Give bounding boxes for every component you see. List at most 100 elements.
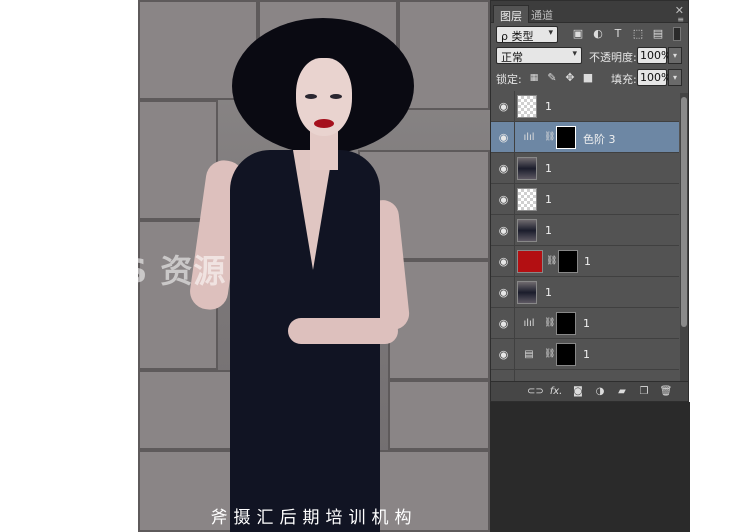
filter-row: ρ 类型 ▾ ▣ ◐ T ⬚ ▤ [491, 24, 688, 46]
visibility-eye-icon[interactable]: ◉ [497, 317, 510, 330]
layer-row[interactable]: ◉ 1 [491, 153, 679, 184]
blend-mode-select[interactable]: 正常 ▾ [496, 47, 582, 64]
panel-menu-icon[interactable]: ≡ [677, 15, 684, 24]
layer-row[interactable]: ◉ 1 [491, 277, 679, 308]
divider [514, 277, 515, 308]
mask-link-icon[interactable]: ⛓ [544, 131, 555, 144]
fill-slider-button[interactable]: ▾ [668, 69, 682, 86]
opacity-input[interactable]: 100% [637, 47, 671, 64]
divider [514, 370, 515, 381]
layer-mask-thumbnail[interactable] [558, 250, 578, 273]
wall-stone [388, 380, 490, 450]
fx-icon[interactable]: fx. [549, 385, 563, 399]
filter-type-select[interactable]: ρ 类型 ▾ [496, 26, 558, 43]
layer-name[interactable]: 1 [545, 286, 552, 299]
divider [514, 246, 515, 277]
visibility-eye-icon[interactable]: ◉ [497, 224, 510, 237]
layer-thumbnail [517, 157, 537, 180]
caption-text: 斧摄汇后期培训机构 [210, 508, 418, 528]
layer-name[interactable]: 1 [545, 193, 552, 206]
divider [514, 122, 515, 153]
lock-transparent-icon[interactable]: ▦ [527, 71, 541, 85]
new-adjustment-icon[interactable]: ◑ [593, 385, 607, 399]
layer-thumbnail [517, 188, 537, 211]
layer-row[interactable]: ◉ 1 [491, 215, 679, 246]
link-layers-icon[interactable]: ⊂⊃ [527, 385, 544, 399]
delete-layer-icon[interactable]: 🗑 [659, 385, 673, 399]
layer-name[interactable]: 1 [545, 162, 552, 175]
adjustment-filter-icon[interactable]: ◐ [591, 27, 605, 41]
divider [514, 339, 515, 370]
levels-adjustment-icon: ılıl [523, 318, 535, 329]
levels-adjustment-icon: ılıl [523, 132, 535, 143]
divider [514, 215, 515, 246]
lock-row: 锁定: ▦ ✎ ✥ ■ 填充: 100% ▾ [491, 68, 688, 90]
shape-filter-icon[interactable]: ⬚ [631, 27, 645, 41]
fill-label: 填充: [611, 73, 637, 86]
visibility-eye-icon[interactable]: ◉ [497, 255, 510, 268]
layer-row[interactable]: ◉ [491, 370, 679, 381]
layer-mask-thumbnail[interactable] [556, 126, 576, 149]
blend-mode-value: 正常 [501, 51, 523, 64]
visibility-eye-icon[interactable]: ◉ [497, 348, 510, 361]
divider [514, 91, 515, 122]
layer-thumbnail [517, 219, 537, 242]
tab-layers[interactable]: 图层 [493, 5, 529, 23]
layer-row-selected[interactable]: ◉ ılıl ⛓ 色阶 3 [491, 122, 679, 153]
chevron-down-icon: ▾ [572, 49, 577, 59]
layer-row[interactable]: ◉ ▤ ⛓ 1 [491, 339, 679, 370]
layer-name[interactable]: 色阶 3 [583, 131, 616, 147]
mask-link-icon[interactable]: ⛓ [544, 348, 555, 361]
mask-link-icon[interactable]: ⛓ [544, 317, 555, 330]
layer-row[interactable]: ◉ 1 [491, 91, 679, 122]
filter-toggle[interactable] [673, 27, 681, 41]
filter-type-value: ρ 类型 [501, 30, 534, 43]
opacity-label: 不透明度: [589, 51, 637, 64]
smart-object-filter-icon[interactable]: ▤ [651, 27, 665, 41]
layer-name[interactable]: 1 [584, 255, 591, 268]
opacity-slider-button[interactable]: ▾ [668, 47, 682, 64]
divider [514, 184, 515, 215]
layer-name[interactable]: 1 [583, 317, 590, 330]
blend-row: 正常 ▾ 不透明度: 100% ▾ [491, 46, 688, 68]
lock-label: 锁定: [496, 73, 522, 86]
scrollbar-thumb[interactable] [681, 97, 687, 327]
panel-tabs: 图层 通道 ✕ ≡ [491, 1, 688, 24]
layers-panel: 图层 通道 ✕ ≡ ρ 类型 ▾ ▣ ◐ T ⬚ ▤ 正常 ▾ 不透明度: 10… [490, 0, 689, 402]
new-group-icon[interactable]: ▰ [615, 385, 629, 399]
layer-name[interactable]: 1 [583, 348, 590, 361]
type-filter-icon[interactable]: T [611, 27, 625, 41]
visibility-eye-icon[interactable]: ◉ [497, 193, 510, 206]
model-lips [314, 119, 334, 128]
visibility-eye-icon[interactable]: ◉ [497, 286, 510, 299]
model-neck [310, 130, 338, 170]
tab-channels[interactable]: 通道 [525, 5, 559, 23]
chevron-down-icon: ▾ [548, 28, 553, 38]
image-filter-icon[interactable]: ▣ [571, 27, 585, 41]
layer-row[interactable]: ◉ ılıl ⛓ 1 [491, 308, 679, 339]
lock-position-icon[interactable]: ✥ [563, 71, 577, 85]
new-layer-icon[interactable]: ❐ [637, 385, 651, 399]
layer-mask-thumbnail[interactable] [556, 343, 576, 366]
layer-name[interactable]: 1 [545, 224, 552, 237]
lock-all-icon[interactable]: ■ [581, 71, 595, 85]
mask-link-icon[interactable]: ⛓ [546, 255, 557, 268]
visibility-eye-icon[interactable]: ◉ [497, 131, 510, 144]
lock-paint-icon[interactable]: ✎ [545, 71, 559, 85]
visibility-eye-icon[interactable]: ◉ [497, 162, 510, 175]
layer-mask-thumbnail[interactable] [556, 312, 576, 335]
model-forearm [288, 318, 398, 344]
model-eye [330, 94, 342, 99]
channel-mixer-adjustment-icon: ▤ [524, 349, 534, 360]
add-mask-icon[interactable]: ◙ [571, 385, 585, 399]
visibility-eye-icon[interactable]: ◉ [497, 100, 510, 113]
layer-row[interactable]: ◉ ⛓ 1 [491, 246, 679, 277]
layer-row[interactable]: ◉ 1 [491, 184, 679, 215]
model-eye [305, 94, 317, 99]
layer-name[interactable]: 1 [545, 100, 552, 113]
divider [514, 308, 515, 339]
layers-scrollbar[interactable] [680, 93, 688, 381]
fill-input[interactable]: 100% [637, 69, 671, 86]
divider [514, 153, 515, 184]
layer-thumbnail [517, 250, 543, 273]
